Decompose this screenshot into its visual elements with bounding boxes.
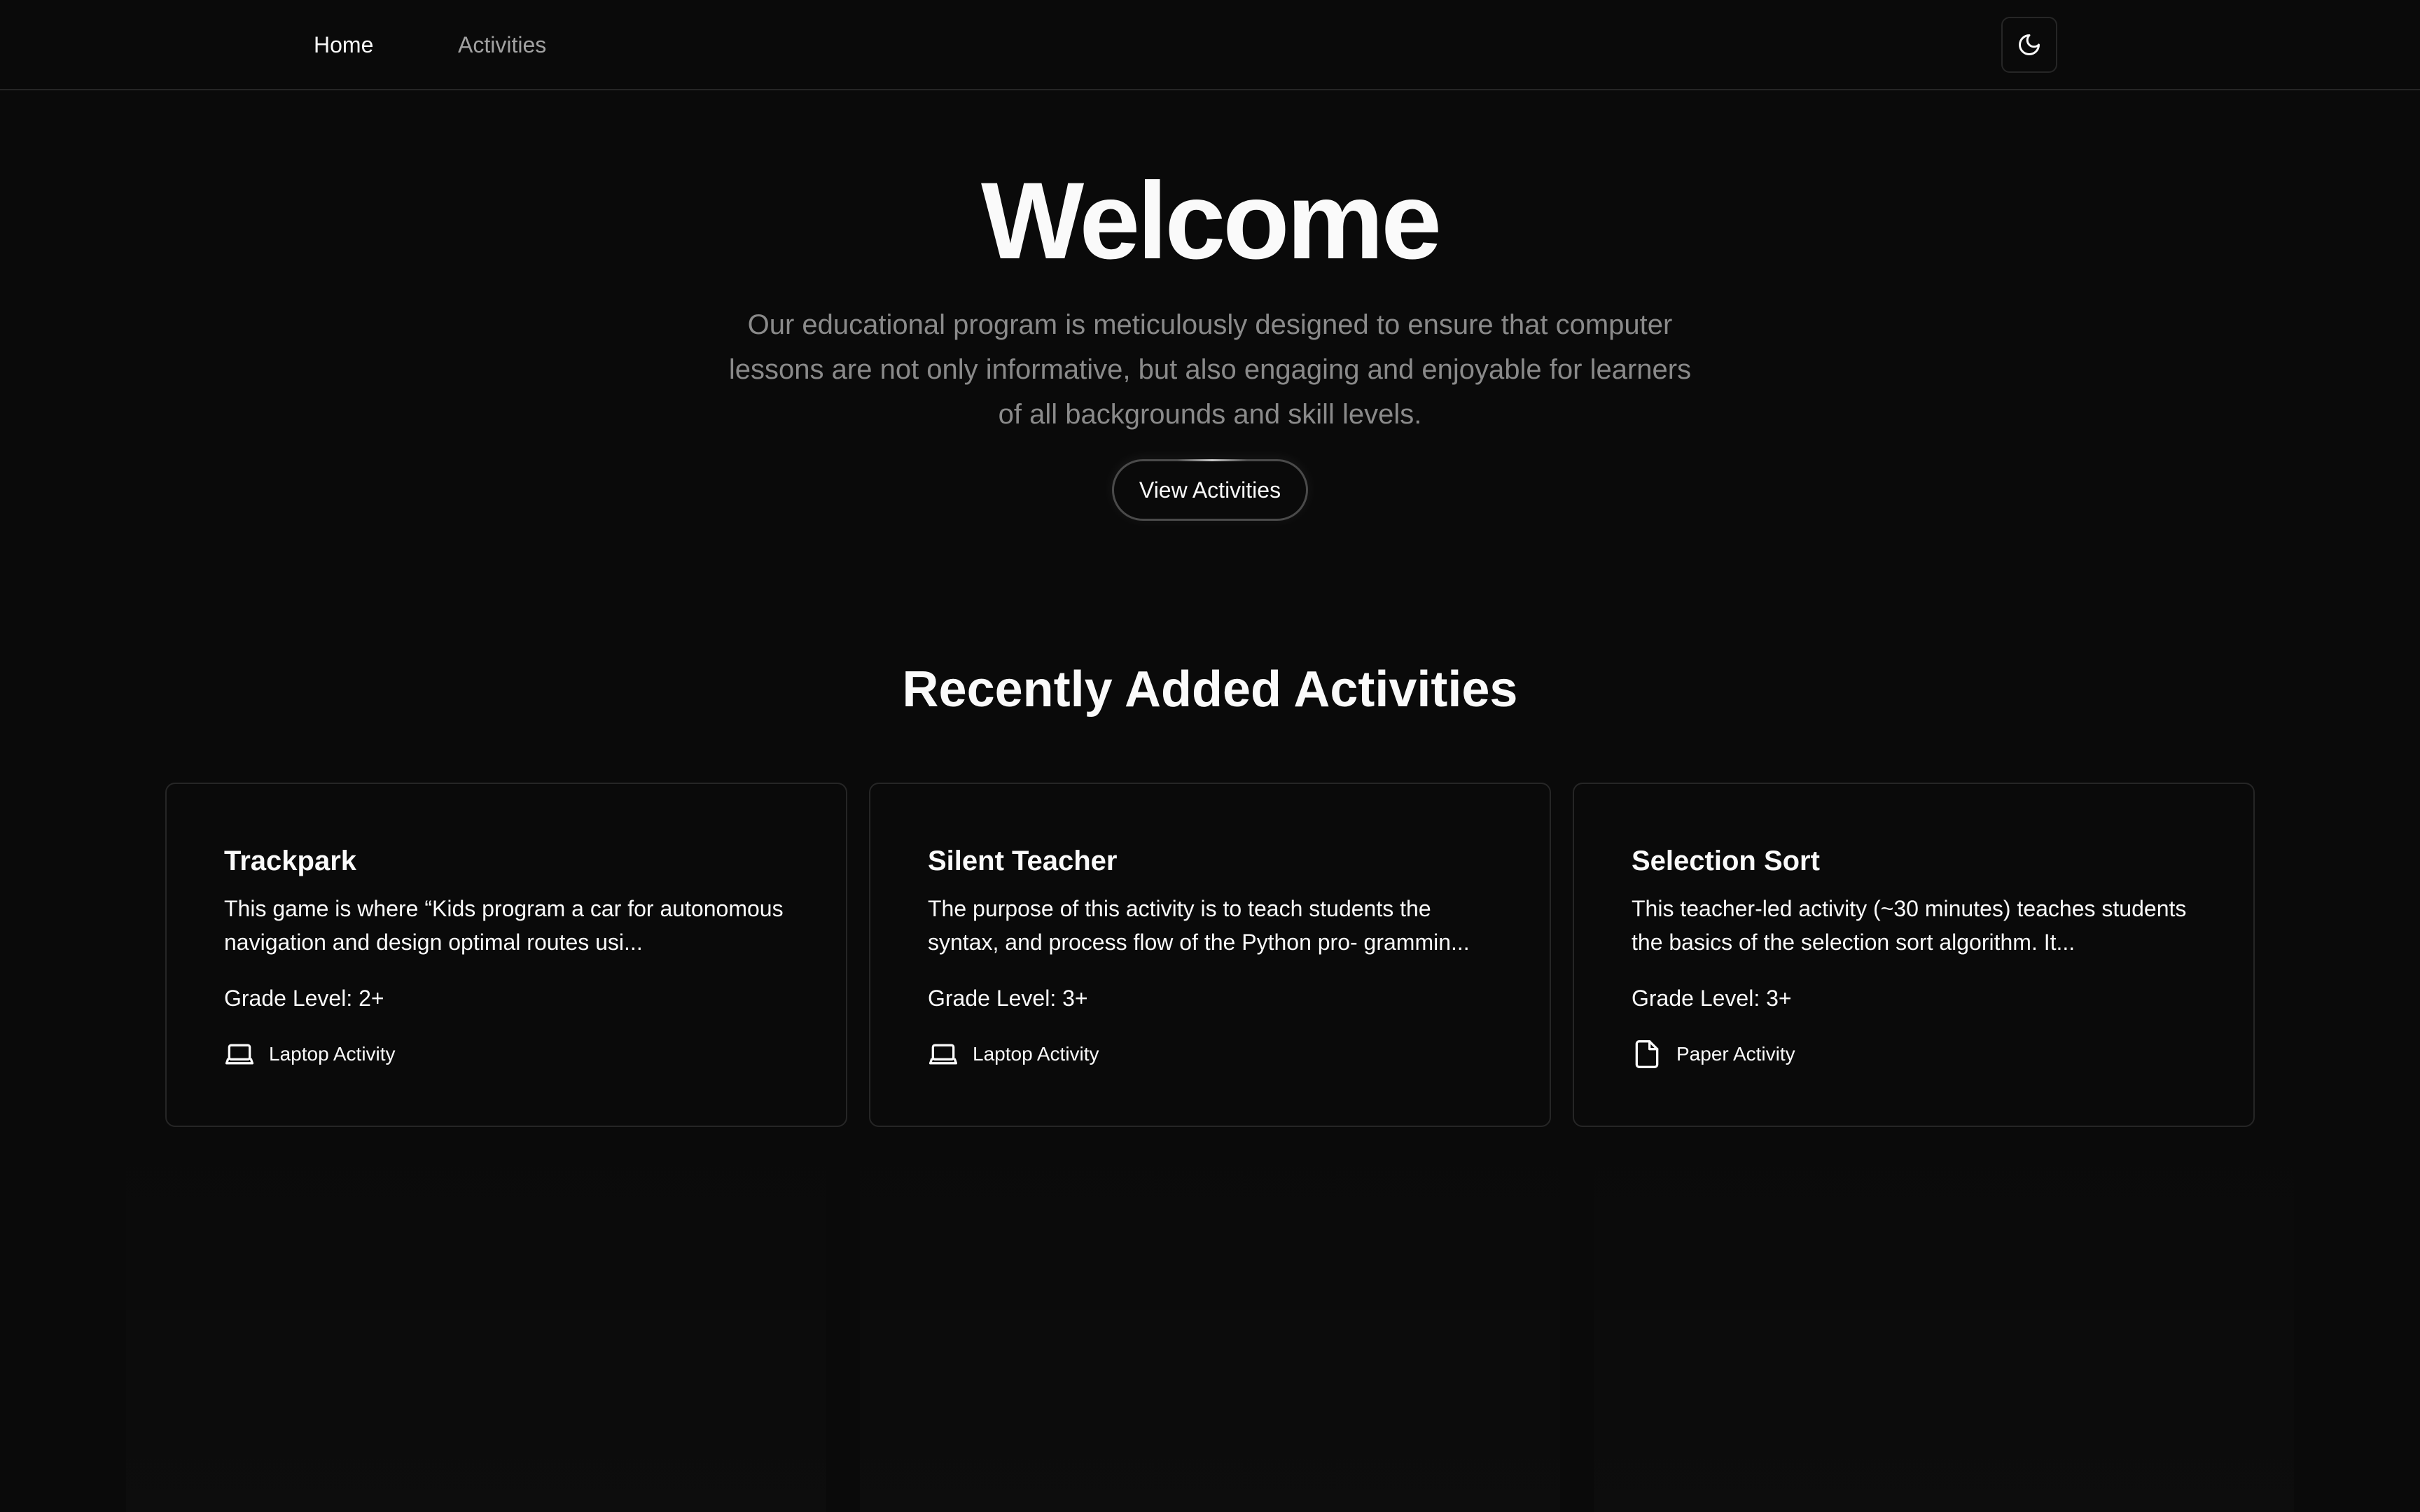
card-description: This game is where “Kids program a car f… xyxy=(224,896,784,955)
card-activity-type: Paper Activity xyxy=(1632,1037,1795,1071)
background-glow-right xyxy=(1594,1092,2294,1512)
view-activities-button[interactable]: View Activities xyxy=(1112,459,1308,521)
card-activity-type-label: Laptop Activity xyxy=(269,1043,396,1065)
card-activity-type-label: Laptop Activity xyxy=(973,1043,1099,1065)
activity-card-silent-teacher[interactable]: Silent Teacher The purpose of this activ… xyxy=(869,783,1551,1127)
top-nav: Home Activities xyxy=(0,0,2420,90)
card-description: The purpose of this activity is to teach… xyxy=(928,896,1470,955)
card-title: Selection Sort xyxy=(1632,846,1820,876)
card-activity-type-label: Paper Activity xyxy=(1676,1043,1795,1065)
card-grade-level: Grade Level: 3+ xyxy=(928,986,1088,1011)
card-title: Silent Teacher xyxy=(928,846,1118,876)
nav-link-home[interactable]: Home xyxy=(314,31,373,59)
card-activity-type: Laptop Activity xyxy=(928,1037,1099,1071)
moon-icon xyxy=(2019,34,2040,55)
card-description: This teacher-led activity (~30 minutes) … xyxy=(1632,896,2187,955)
card-grade-level: Grade Level: 3+ xyxy=(1632,986,1792,1011)
laptop-icon xyxy=(224,1039,255,1070)
theme-toggle-button[interactable] xyxy=(2001,17,2057,73)
hero-description: Our educational program is meticulously … xyxy=(728,309,1692,430)
card-grade-level: Grade Level: 2+ xyxy=(224,986,384,1011)
laptop-icon xyxy=(928,1039,959,1070)
background-glow-left xyxy=(126,1092,826,1512)
file-icon xyxy=(1632,1039,1662,1070)
page: Home Activities Welcome Our educational … xyxy=(0,0,2420,1512)
section-title: Recently Added Activities xyxy=(902,662,1518,718)
card-activity-type: Laptop Activity xyxy=(224,1037,396,1071)
activity-card-trackpark[interactable]: Trackpark This game is where “Kids progr… xyxy=(165,783,847,1127)
hero-title: Welcome xyxy=(980,160,1442,282)
card-title: Trackpark xyxy=(224,846,357,876)
nav-link-activities[interactable]: Activities xyxy=(458,31,546,59)
activity-card-selection-sort[interactable]: Selection Sort This teacher-led activity… xyxy=(1573,783,2255,1127)
background-glow-center xyxy=(860,1092,1560,1512)
